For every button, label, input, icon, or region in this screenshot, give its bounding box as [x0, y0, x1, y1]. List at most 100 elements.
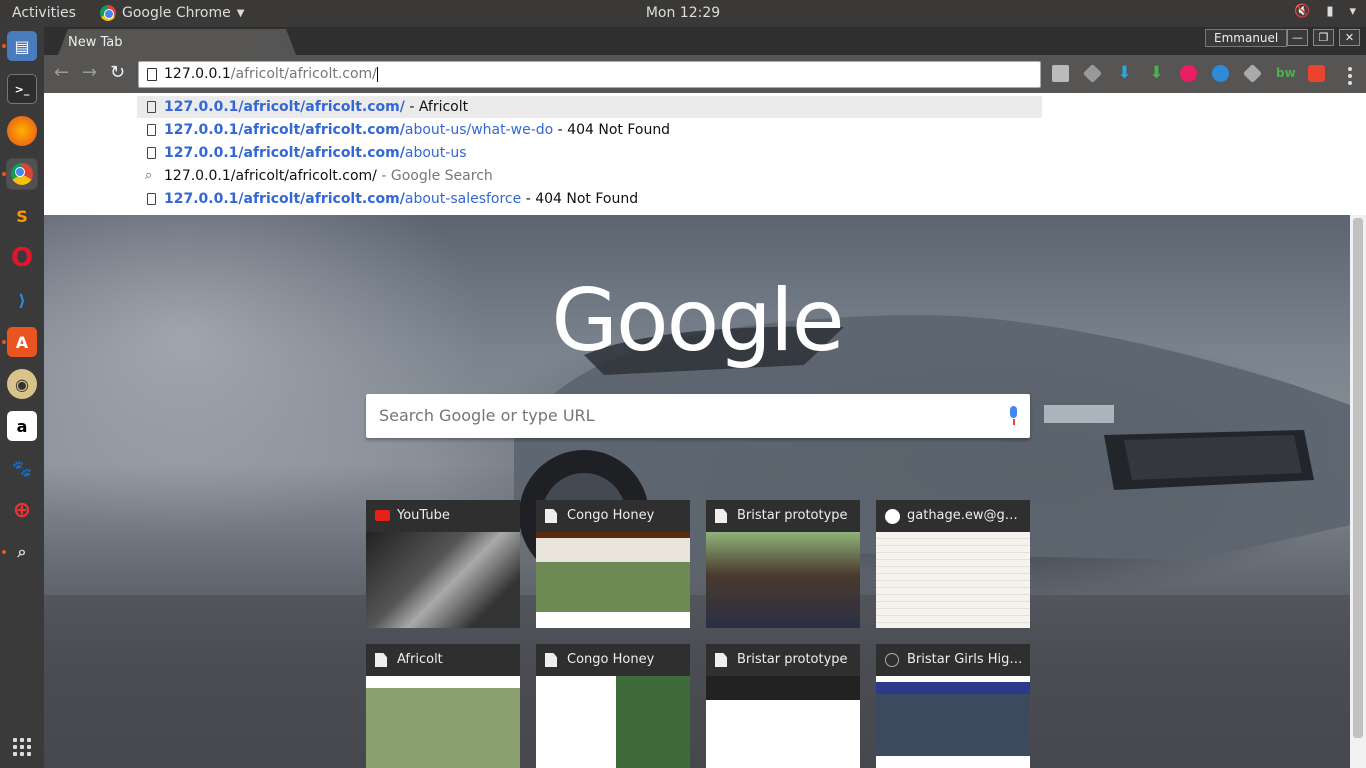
suggestion-item[interactable]: 127.0.0.1/africolt/africolt.com/ - Afric… [137, 96, 1042, 118]
opera-icon[interactable]: O [7, 243, 37, 273]
reload-icon[interactable]: ↻ [110, 62, 125, 83]
tile-title: Congo Honey [567, 652, 655, 667]
help-icon[interactable]: ⊕ [7, 495, 37, 525]
new-tab-button[interactable] [254, 34, 288, 50]
vscode-icon[interactable]: ⟩ [7, 285, 37, 315]
extension-diamond-icon[interactable] [1082, 63, 1103, 84]
tile-thumbnail [706, 676, 860, 768]
suggestion-url: 127.0.0.1/africolt/africolt.com/ [164, 191, 405, 207]
suggestion-item[interactable]: 127.0.0.1/africolt/africolt.com/about-us… [137, 119, 1042, 141]
tile-thumbnail [536, 532, 690, 628]
scrollbar-thumb[interactable] [1353, 218, 1363, 738]
page-icon [545, 653, 557, 667]
most-visited-tile[interactable]: YouTube [366, 500, 520, 628]
url-path: /africolt/africolt.com/ [230, 66, 377, 82]
suggestion-url: 127.0.0.1/africolt/africolt.com/ [164, 145, 405, 161]
google-icon [885, 509, 900, 524]
page-icon [147, 147, 156, 159]
clock[interactable]: Mon 12:29 [0, 5, 1366, 21]
tile-title: Congo Honey [567, 508, 655, 523]
page-scrollbar[interactable] [1350, 215, 1366, 768]
most-visited-tile[interactable]: Congo Honey [536, 500, 690, 628]
globe-icon [885, 653, 899, 667]
most-visited-tile[interactable]: gathage.ew@gmail.com [876, 500, 1030, 628]
suggestion-url: 127.0.0.1/africolt/africolt.com/ [164, 122, 405, 138]
firefox-icon[interactable] [7, 116, 37, 146]
show-apps-icon[interactable] [13, 738, 31, 756]
amazon-icon[interactable]: a [7, 411, 37, 441]
tile-thumbnail [366, 532, 520, 628]
chrome-icon[interactable] [2, 158, 38, 190]
tile-title: Bristar prototype [737, 652, 848, 667]
close-window-icon[interactable]: ✕ [1339, 29, 1360, 46]
suggestion-url-rest: about-salesforce [404, 191, 522, 207]
page-icon [715, 653, 727, 667]
tab-title: New Tab [68, 35, 123, 50]
power-menu-icon[interactable]: ▾ [1349, 4, 1356, 19]
text-caret [376, 66, 378, 82]
page-icon [375, 653, 387, 667]
system-tray[interactable]: 🔇 ▮ ▾ [1294, 4, 1356, 19]
suggestion-url-rest: about-us/what-we-do [404, 122, 554, 138]
page-icon [147, 193, 156, 205]
search-icon: ⌕ [145, 168, 153, 183]
battery-icon[interactable]: ▮ [1326, 4, 1333, 19]
back-icon[interactable]: ← [54, 62, 69, 83]
terminal-icon[interactable]: >_ [7, 74, 37, 104]
suggestion-title: 404 Not Found [567, 122, 671, 138]
tile-title: gathage.ew@gmail.com [907, 508, 1030, 523]
search-input[interactable]: Search Google or type URL [366, 394, 1030, 438]
files-icon[interactable]: ▤ [2, 31, 37, 61]
profile-button[interactable]: Emmanuel [1205, 29, 1288, 47]
new-tab-page: Google Search Google or type URL YouTube… [44, 215, 1350, 768]
suggestion-url: 127.0.0.1/africolt/africolt.com/ [164, 99, 405, 115]
extension-gray-icon[interactable] [1242, 63, 1263, 84]
gnome-top-bar: Activities Google Chrome ▼ Mon 12:29 🔇 ▮… [0, 0, 1366, 27]
tab-strip: New Tab ✕ Emmanuel — ❐ ✕ [44, 27, 1366, 55]
forward-icon[interactable]: → [82, 62, 97, 83]
microphone-icon[interactable] [1008, 406, 1018, 426]
page-icon [545, 509, 557, 523]
maximize-icon[interactable]: ❐ [1313, 29, 1334, 46]
suggestion-title: 404 Not Found [535, 191, 639, 207]
tile-title: YouTube [397, 508, 450, 523]
google-logo: Google [551, 271, 844, 371]
browser-toolbar: ← → ↻ 127.0.0.1/africolt/africolt.com/ ⬇… [44, 55, 1366, 93]
most-visited-tile[interactable]: Bristar prototype [706, 644, 860, 768]
download-arrow-icon[interactable]: ⬇ [1116, 65, 1133, 82]
rhythmbox-icon[interactable]: ◉ [7, 369, 37, 399]
most-visited-tile[interactable]: Bristar prototype [706, 500, 860, 628]
idm-download-icon[interactable]: ⬇ [1148, 65, 1165, 82]
search-placeholder: Search Google or type URL [379, 406, 595, 425]
extension-bw-icon[interactable]: bw [1276, 65, 1296, 82]
suggestion-title: Google Search [390, 168, 493, 184]
omnibox-suggestions: 127.0.0.1/africolt/africolt.com/ - Afric… [44, 93, 1366, 215]
minimize-icon[interactable]: — [1287, 29, 1308, 46]
extension-cube-icon[interactable] [1052, 65, 1069, 82]
suggestion-url-rest: about-us [404, 145, 467, 161]
page-icon [147, 124, 156, 136]
address-bar[interactable]: 127.0.0.1/africolt/africolt.com/ [138, 61, 1041, 88]
suggestion-title: Africolt [418, 99, 469, 115]
most-visited-tile[interactable]: Africolt [366, 644, 520, 768]
gimp-icon[interactable]: 🐾 [7, 453, 37, 483]
extension-bug-icon[interactable] [1180, 65, 1197, 82]
extension-translate-icon[interactable] [1308, 65, 1325, 82]
tile-thumbnail [536, 676, 690, 768]
volume-muted-icon[interactable]: 🔇 [1294, 4, 1310, 19]
screenshot-icon[interactable]: ⌕ [2, 537, 37, 567]
sublime-icon[interactable]: S [7, 201, 37, 231]
page-info-icon[interactable] [147, 68, 157, 81]
suggestion-item[interactable]: ⌕ 127.0.0.1/africolt/africolt.com/ - Goo… [137, 165, 1042, 187]
extension-compass-icon[interactable] [1212, 65, 1229, 82]
chrome-menu-icon[interactable] [1348, 67, 1352, 85]
most-visited-tile[interactable]: Congo Honey [536, 644, 690, 768]
suggestion-item[interactable]: 127.0.0.1/africolt/africolt.com/about-sa… [137, 188, 1042, 210]
youtube-icon [375, 510, 390, 521]
tile-title: Bristar prototype [737, 508, 848, 523]
software-center-icon[interactable]: A [2, 327, 37, 357]
most-visited-tile[interactable]: Bristar Girls High School [876, 644, 1030, 768]
page-icon [715, 509, 727, 523]
suggestion-item[interactable]: 127.0.0.1/africolt/africolt.com/about-us [137, 142, 1042, 164]
tile-thumbnail [876, 676, 1030, 768]
